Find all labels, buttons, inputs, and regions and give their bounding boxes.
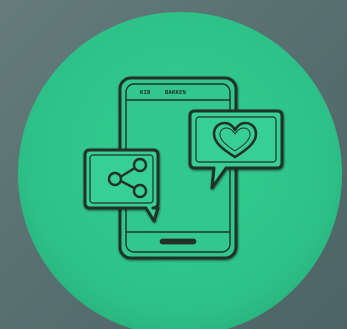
phone-header-left: KIB [140,90,151,96]
social-media-badge: KIB BAKKEN [18,12,342,329]
phone-header-right: BAKKEN [165,90,186,96]
illustration-canvas: KIB BAKKEN [0,0,347,329]
